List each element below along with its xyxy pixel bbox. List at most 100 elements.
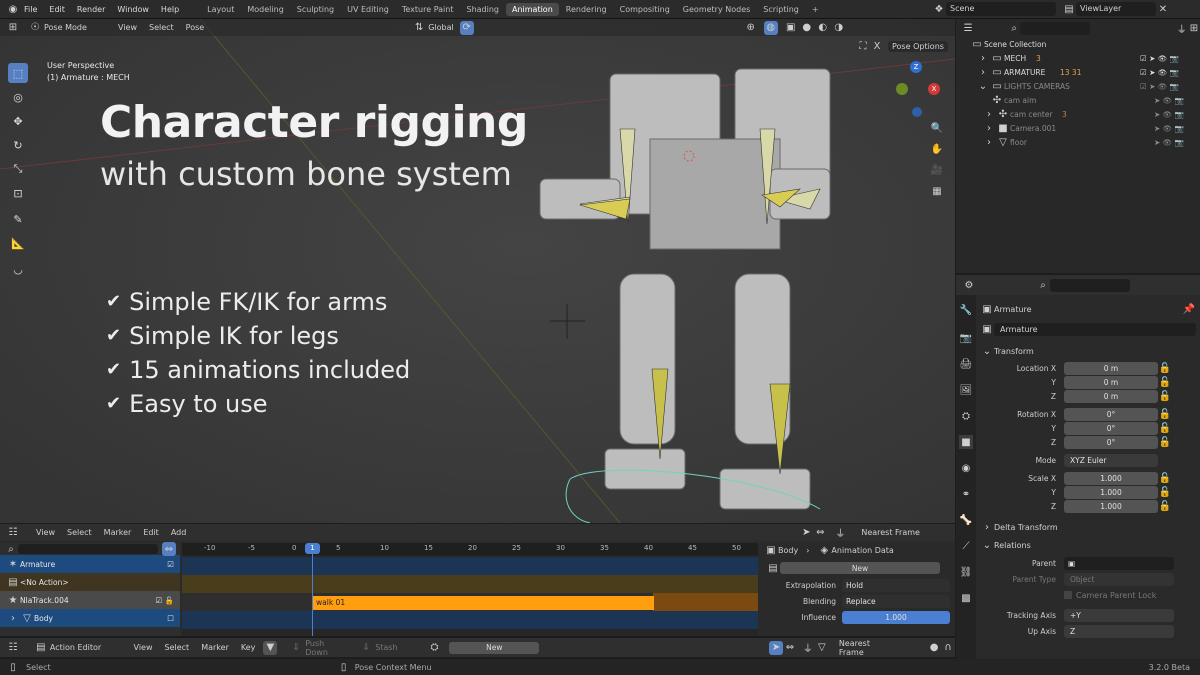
pose-options-button[interactable]: Pose Options xyxy=(888,40,948,52)
expand-icon[interactable]: › xyxy=(976,51,990,65)
close-icon[interactable]: ✕ xyxy=(1156,2,1170,16)
extrapolation-select[interactable]: Hold xyxy=(842,578,950,592)
expand-icon[interactable]: › xyxy=(6,611,20,625)
outliner-item-floor[interactable]: › ▽ floor ➤ 👁 📷 xyxy=(970,135,1200,149)
expand-icon[interactable]: › xyxy=(982,107,996,121)
outliner-editor-icon[interactable]: ☰ xyxy=(962,21,974,35)
lock-icon[interactable]: 🔓 xyxy=(1158,435,1172,449)
scene-field[interactable]: Scene xyxy=(946,2,1056,16)
nla-editor-icon[interactable]: ☷ xyxy=(6,526,20,540)
snap-icon[interactable]: ⇔ xyxy=(813,526,827,540)
nla-new-button[interactable]: New xyxy=(780,562,940,574)
properties-search-input[interactable] xyxy=(1050,278,1130,292)
tab-scripting[interactable]: Scripting xyxy=(757,3,805,16)
scene-selector[interactable]: ❖ Scene xyxy=(932,2,1056,16)
expand-icon[interactable]: ⌄ xyxy=(976,79,990,93)
menu-window[interactable]: Window xyxy=(117,5,149,14)
outliner-item-cam-center[interactable]: › ✣ cam center 3 ➤ 👁 📷 xyxy=(970,107,1200,121)
scale-tool[interactable]: ⤡ xyxy=(8,159,28,179)
armature-data-tab-icon[interactable]: 🦴 xyxy=(959,513,973,527)
scale-y-field[interactable]: 1.000 xyxy=(1064,485,1158,499)
lock-icon[interactable]: 🔓 xyxy=(1158,407,1172,421)
properties-editor-icon[interactable]: ⚙ xyxy=(962,278,976,292)
editor-type-icon[interactable]: ⊞ xyxy=(6,21,20,35)
viewlayer-field[interactable]: ViewLayer xyxy=(1076,2,1156,16)
view-layer-tab-icon[interactable]: 🖼 xyxy=(959,383,973,397)
select-box-tool[interactable]: ⬚ xyxy=(8,63,28,83)
pan-hand-icon[interactable]: ✋ xyxy=(930,142,944,156)
influence-slider[interactable]: 1.000 xyxy=(842,610,950,624)
sync-length-icon[interactable]: ⇔ xyxy=(162,542,176,556)
render-tab-icon[interactable]: 📷 xyxy=(959,331,973,345)
texture-tab-icon[interactable]: ▩ xyxy=(959,591,973,605)
location-z-field[interactable]: 0 m xyxy=(1064,389,1158,403)
shading-rendered-icon[interactable]: ◑ xyxy=(832,21,846,35)
expand-icon[interactable]: › xyxy=(982,135,996,149)
tab-rendering[interactable]: Rendering xyxy=(560,3,613,16)
new-collection-icon[interactable]: ⊞ xyxy=(1188,21,1200,35)
scene-tab-icon[interactable]: ⛭ xyxy=(959,409,973,423)
tracking-axis-select[interactable]: +Y xyxy=(1064,608,1174,622)
camera-icon[interactable]: 🎥 xyxy=(930,163,944,177)
proportional-icon[interactable]: ● xyxy=(927,641,941,655)
interpolation-icon[interactable]: ▼ xyxy=(263,640,278,655)
nla-menu-view[interactable]: View xyxy=(36,528,55,537)
funnel-icon[interactable]: ▽ xyxy=(815,641,829,655)
channel-search-input[interactable] xyxy=(18,544,158,554)
viewport-menu-view[interactable]: View xyxy=(118,23,137,32)
rotation-z-field[interactable]: 0° xyxy=(1064,435,1158,449)
menu-help[interactable]: Help xyxy=(161,5,179,14)
camera-parent-lock-checkbox[interactable]: Camera Parent Lock xyxy=(980,587,1196,603)
action-menu-key[interactable]: Key xyxy=(241,643,256,652)
visibility-toggles[interactable]: ➤ 👁 📷 xyxy=(1154,96,1184,105)
tab-shading[interactable]: Shading xyxy=(460,3,505,16)
visibility-toggles[interactable]: ➤ 👁 📷 xyxy=(1154,138,1184,147)
constraints-tab-icon[interactable]: ⚭ xyxy=(959,487,973,501)
3d-viewport[interactable]: ⊞ ☉ Pose Mode View Select Pose ⇅ Global … xyxy=(0,19,955,523)
mode-selector[interactable]: Pose Mode xyxy=(44,23,104,32)
filter-icon[interactable]: ⏚ xyxy=(801,641,815,655)
pivot-icon[interactable]: ⟳ xyxy=(459,20,474,35)
nla-track-no-action[interactable]: ▤ <No Action> xyxy=(0,573,180,591)
physics-tab-icon[interactable]: ◉ xyxy=(959,461,973,475)
lock-icon[interactable]: 🔓 xyxy=(1158,499,1172,513)
axis-y-icon[interactable] xyxy=(896,83,908,95)
action-menu-marker[interactable]: Marker xyxy=(201,643,229,652)
blending-select[interactable]: Replace xyxy=(842,594,950,608)
push-down-button[interactable]: Push Down xyxy=(305,639,349,657)
expand-icon[interactable]: › xyxy=(976,65,990,79)
cursor-tool[interactable]: ◎ xyxy=(8,87,28,107)
zoom-icon[interactable]: 🔍 xyxy=(930,121,944,135)
shading-solid-icon[interactable]: ● xyxy=(800,21,814,35)
tab-animation[interactable]: Animation xyxy=(505,2,559,16)
playhead-line[interactable] xyxy=(312,543,313,636)
outliner-item-armature[interactable]: › ▭ ARMATURE 13 31 ☑ ➤ 👁 📷 xyxy=(970,65,1200,79)
overlay-icon[interactable]: ◍ xyxy=(763,20,778,35)
tab-uv-editing[interactable]: UV Editing xyxy=(341,3,395,16)
nla-track-body[interactable]: › ▽ Body ☐ xyxy=(0,609,180,627)
relations-panel-header[interactable]: ⌄ Relations xyxy=(980,537,1196,553)
pose-tool[interactable]: ◡ xyxy=(8,259,28,279)
axis-neg-z-icon[interactable] xyxy=(912,107,922,117)
axis-z-icon[interactable]: Z xyxy=(910,61,922,73)
dopesheet-editor-icon[interactable]: ☷ xyxy=(6,641,20,655)
frame-ruler[interactable]: -10 -5 0 5 10 15 20 25 30 35 40 45 50 xyxy=(182,543,758,555)
orientation-selector[interactable]: Global xyxy=(428,23,454,32)
outliner-item-lights-cameras[interactable]: ⌄ ▭ LIGHTS CAMERAS ☑ ➤ 👁 📷 xyxy=(970,79,1200,93)
action-menu-view[interactable]: View xyxy=(134,643,153,652)
action-snap-select[interactable]: Nearest Frame xyxy=(839,639,897,657)
action-editor-mode-select[interactable]: Action Editor xyxy=(50,643,124,652)
transform-panel-header[interactable]: ⌄ Transform xyxy=(980,343,1196,359)
grid-icon[interactable]: ▦ xyxy=(930,184,944,198)
nla-timeline[interactable]: -10 -5 0 5 10 15 20 25 30 35 40 45 50 walk 01 1 xyxy=(182,543,758,636)
checkbox-icon[interactable]: ☐ xyxy=(167,614,174,623)
select-cursor-icon[interactable]: ➤ xyxy=(799,526,813,540)
viewport-menu-pose[interactable]: Pose xyxy=(186,23,205,32)
lock-icon[interactable]: 🔓 xyxy=(1158,375,1172,389)
measure-tool[interactable]: 📐 xyxy=(8,233,28,253)
lock-icon[interactable]: 🔓 xyxy=(1158,389,1172,403)
nla-menu-add[interactable]: Add xyxy=(171,528,187,537)
xray-toggle-icon[interactable]: ⛶ xyxy=(856,39,870,53)
viewport-menu-select[interactable]: Select xyxy=(149,23,174,32)
visibility-toggles[interactable]: ☑ ➤ 👁 📷 xyxy=(1140,82,1179,91)
